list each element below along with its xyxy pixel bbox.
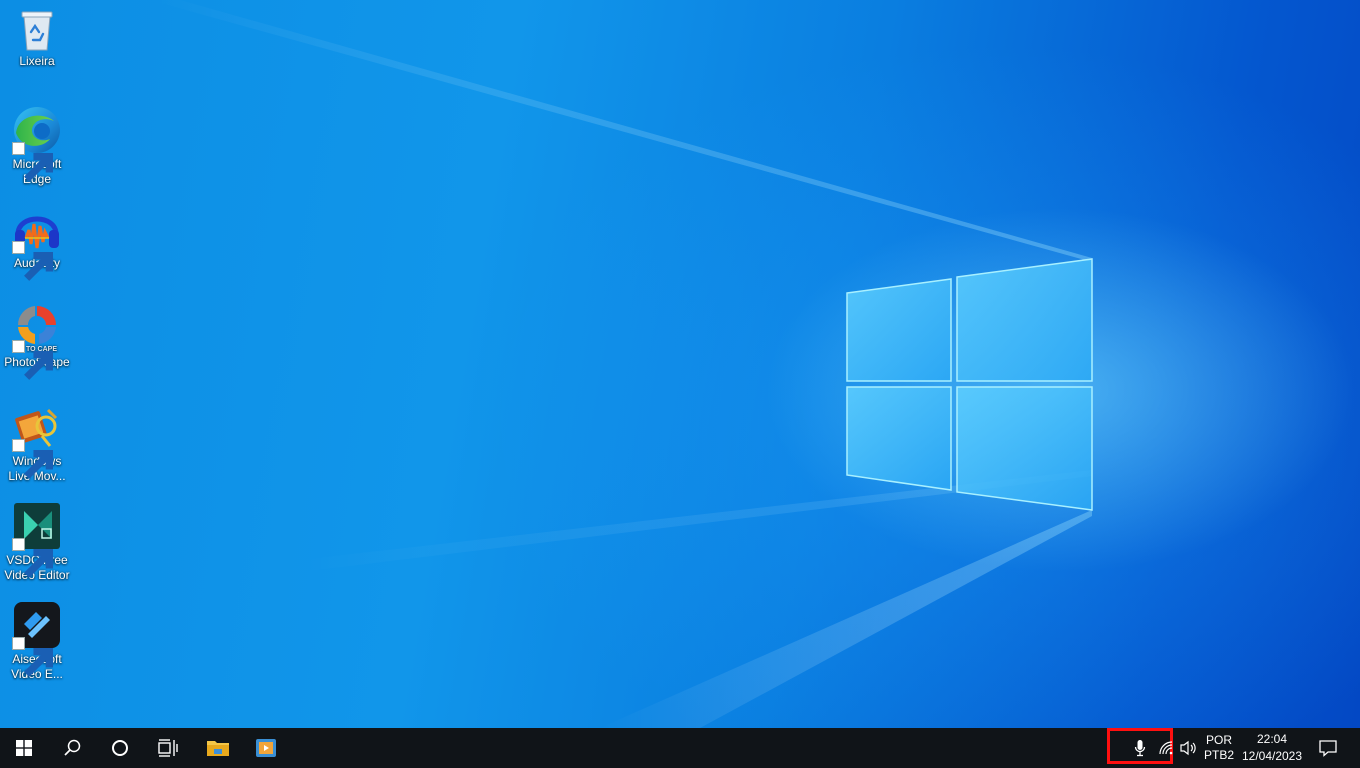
language-indicator[interactable]: POR PTB2 [1202,733,1236,763]
desktop-icon-aiseesoft[interactable]: Aiseesoft Video E... [0,600,74,682]
shortcut-arrow-icon [12,538,54,578]
shortcut-arrow-icon [12,241,54,281]
file-explorer-button[interactable] [194,728,242,768]
wallpaper [150,0,1093,728]
volume-tray-button[interactable] [1178,728,1200,768]
desktop-icon-photoscape[interactable]: TO CAPE PhotoScape [0,303,74,380]
shortcut-arrow-icon [12,142,54,182]
file-explorer-icon [207,741,229,756]
wifi-icon [1159,741,1173,755]
shortcut-arrow-icon [12,340,54,380]
speaker-icon [1180,740,1196,756]
notification-icon [1319,740,1337,757]
network-tray-button[interactable] [1155,728,1179,768]
start-button[interactable] [0,728,48,768]
microphone-tray-button[interactable] [1128,728,1152,768]
desktop-icon-label: Lixeira [19,54,55,68]
action-center-button[interactable] [1308,728,1348,768]
desktop[interactable]: Lixeira Microsoft Edge Audacity TO CAPE … [0,0,1360,728]
clock-time: 22:04 [1256,732,1288,746]
clock-date: 12/04/2023 [1241,749,1303,763]
shortcut-arrow-icon [12,637,54,677]
windows-logo-icon [16,740,32,756]
media-app-icon [256,739,276,757]
microphone-icon [1134,740,1146,757]
keyboard-layout: PTB2 [1203,748,1234,762]
clock[interactable]: 22:04 12/04/2023 [1240,732,1304,764]
task-view-icon [158,739,178,757]
media-app-button[interactable] [242,728,290,768]
cortana-button[interactable] [96,728,144,768]
desktop-icon-microsoft-edge[interactable]: Microsoft Edge [0,105,74,187]
desktop-icon-recycle-bin[interactable]: Lixeira [0,8,74,69]
desktop-icon-audacity[interactable]: Audacity [0,204,74,281]
language-code: POR [1205,733,1232,747]
cortana-icon [112,740,128,756]
recycle-bin-icon [21,11,53,51]
desktop-icon-movie-maker[interactable]: Windows Live Mov... [0,402,74,484]
search-icon [64,739,81,756]
shortcut-arrow-icon [12,439,54,479]
desktop-icon-vsdc[interactable]: VSDC Free Video Editor [0,501,74,583]
search-button[interactable] [48,728,96,768]
task-view-button[interactable] [144,728,192,768]
taskbar: POR PTB2 22:04 12/04/2023 [0,728,1360,768]
